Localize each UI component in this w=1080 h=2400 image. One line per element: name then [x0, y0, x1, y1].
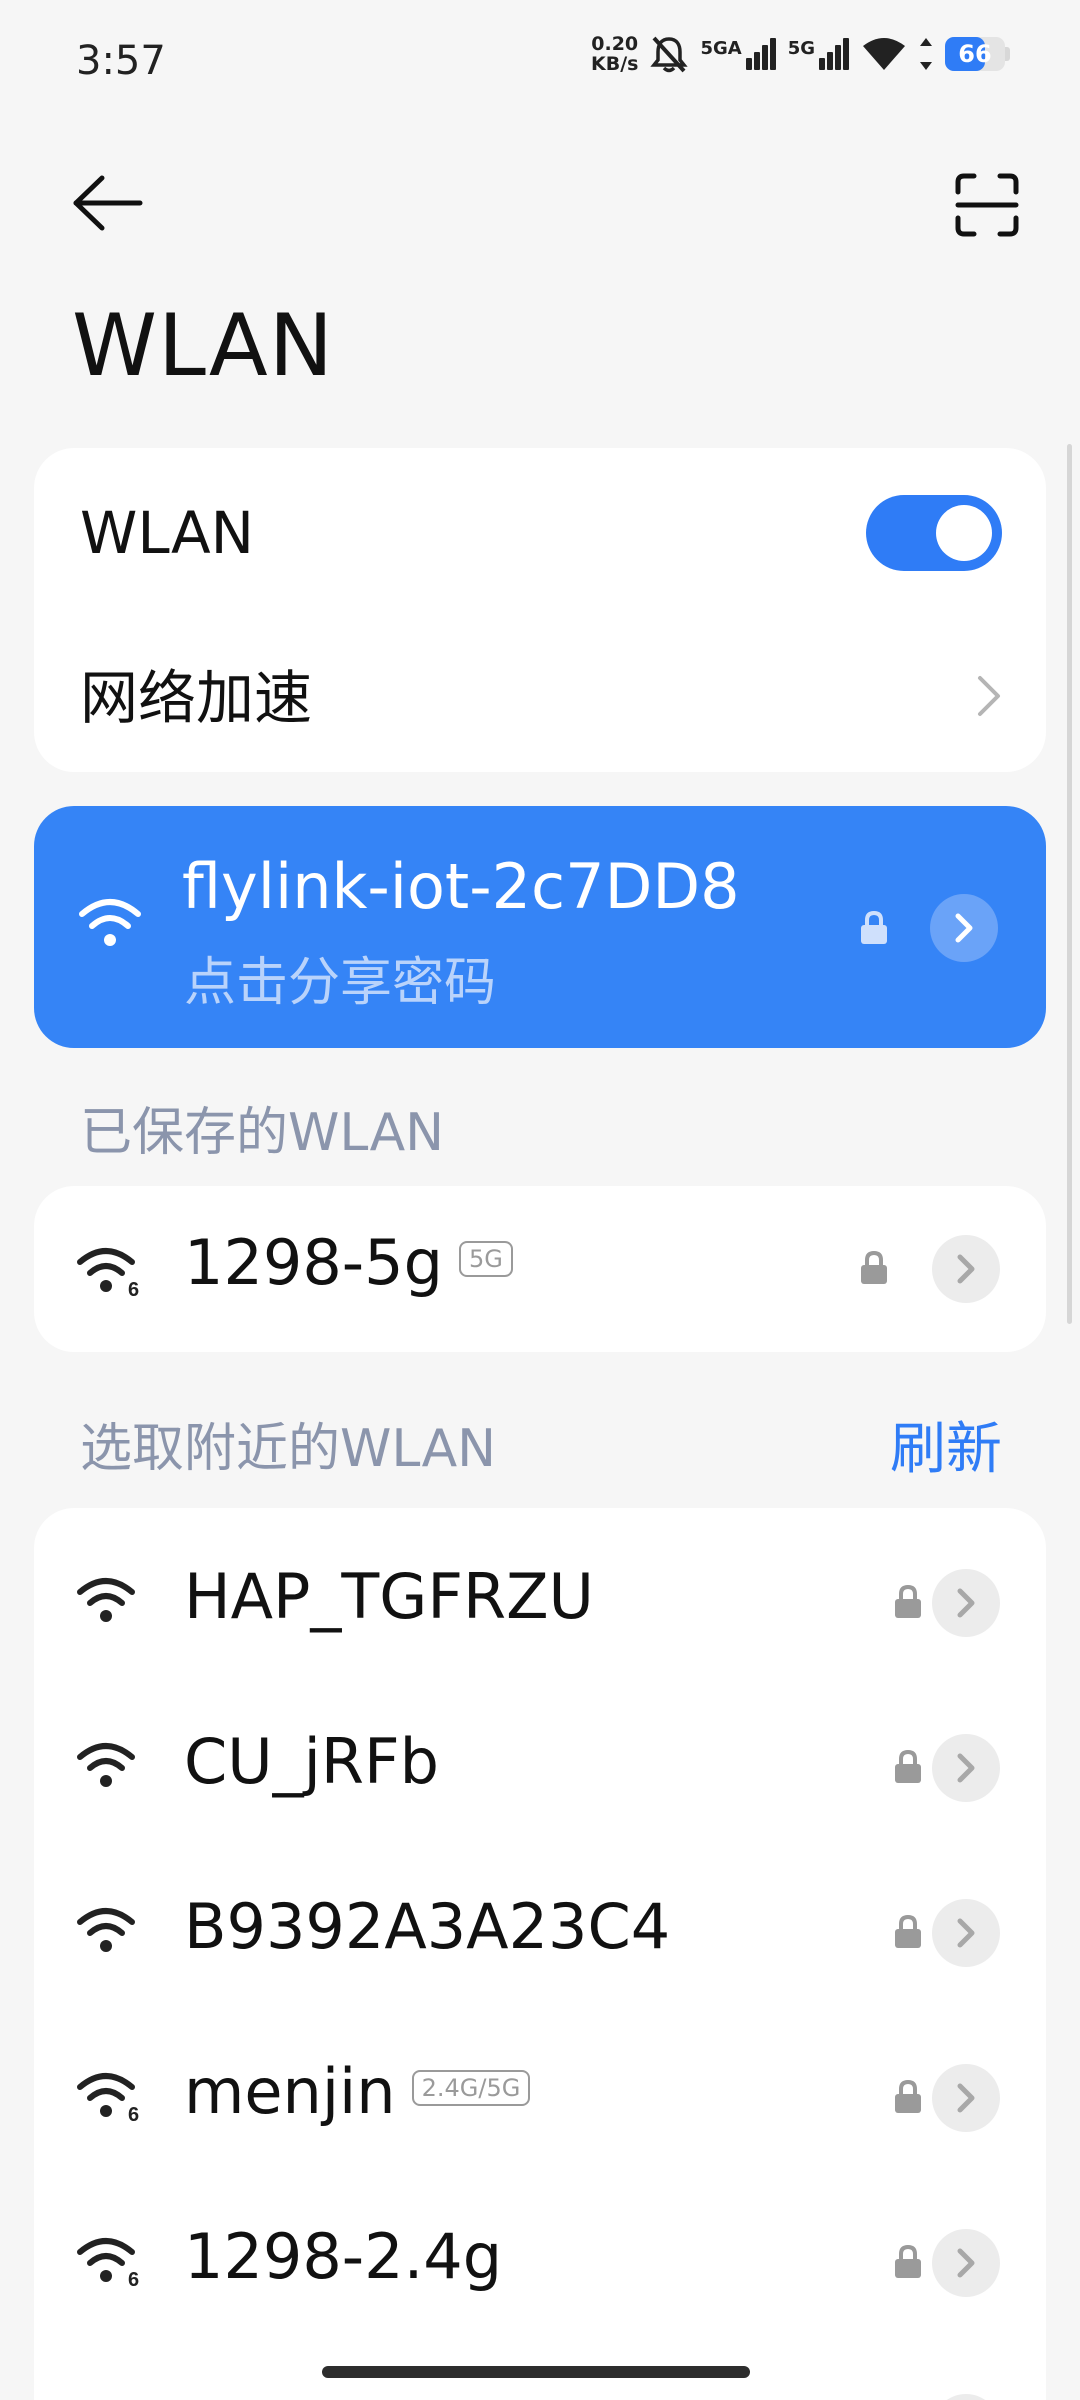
nearby-network-row[interactable]: B9392A3A23C4: [34, 1878, 1046, 1988]
chevron-right-icon: [957, 1254, 975, 1284]
lock-icon: [895, 2079, 921, 2113]
lock-icon: [895, 1749, 921, 1783]
home-indicator[interactable]: [322, 2366, 750, 2378]
saved-network-name: 1298-5g 5G: [184, 1226, 513, 1299]
chevron-right-icon: [957, 1918, 975, 1948]
wlan-toggle-label: WLAN: [80, 499, 255, 567]
svg-text:6: 6: [128, 2104, 139, 2125]
saved-network-details-button[interactable]: [932, 1235, 1000, 1303]
sim2-signal-icon: 5G: [788, 38, 849, 70]
toggle-knob: [936, 505, 992, 561]
status-bar: 3:57 0.20 KB/s 5GA 5G 66: [0, 0, 1080, 120]
network-details-button[interactable]: [932, 1734, 1000, 1802]
wifi-6-icon: 6: [77, 2073, 139, 2125]
nearby-networks-label: 选取附近的WLAN: [80, 1419, 497, 1479]
network-speed: 0.20 KB/s: [591, 34, 638, 74]
network-details-button[interactable]: [932, 2064, 1000, 2132]
wifi-6-icon: 6: [77, 1248, 139, 1300]
wifi-icon: [77, 1578, 135, 1622]
nearby-network-name: B9392A3A23C4: [184, 1890, 671, 1963]
network-details-button[interactable]: [932, 2229, 1000, 2297]
nearby-network-name: HAP_TGFRZU: [184, 1560, 594, 1633]
wifi-connected-icon: [79, 899, 141, 946]
bell-muted-icon: [650, 36, 689, 73]
connected-network-card[interactable]: flylink-iot-2c7DD8 点击分享密码: [34, 806, 1046, 1048]
connected-network-details-button[interactable]: [930, 894, 998, 962]
page-title: WLAN: [72, 296, 335, 396]
connected-ssid: flylink-iot-2c7DD8: [182, 850, 740, 923]
band-tag: 2.4G/5G: [411, 2069, 531, 2106]
svg-text:6: 6: [128, 1279, 139, 1300]
chevron-right-icon: [978, 676, 1000, 716]
chevron-right-icon: [957, 1588, 975, 1618]
nearby-network-name: menjin 2.4G/5G: [184, 2055, 531, 2128]
chevron-right-icon: [955, 913, 973, 943]
data-activity-icon: [920, 38, 932, 70]
wifi-6-icon: 6: [77, 2238, 139, 2290]
chevron-right-icon: [957, 2083, 975, 2113]
chevron-right-icon: [957, 2248, 975, 2278]
nearby-network-name: 国特嘻码: [184, 2385, 432, 2400]
network-details-button[interactable]: [932, 1569, 1000, 1637]
band-tag: 5G: [458, 1240, 513, 1277]
chevron-right-icon: [957, 1753, 975, 1783]
nearby-network-row[interactable]: 6 1298-2.4g: [34, 2208, 1046, 2318]
lock-icon: [861, 910, 887, 944]
nearby-network-row[interactable]: 6 menjin 2.4G/5G: [34, 2043, 1046, 2153]
lock-icon: [895, 1584, 921, 1618]
wlan-toggle-switch[interactable]: [866, 495, 1002, 571]
wlan-settings-screen: 3:57 0.20 KB/s 5GA 5G 66 WLAN WLAN 网络加速 …: [0, 0, 1080, 2400]
nearby-network-row[interactable]: HAP_TGFRZU: [34, 1548, 1046, 1658]
saved-network-row[interactable]: 6 1298-5g 5G: [34, 1186, 1046, 1352]
network-acceleration-row[interactable]: 网络加速: [34, 648, 1046, 738]
scrollbar[interactable]: [1067, 444, 1072, 1324]
refresh-button[interactable]: 刷新: [890, 1404, 1002, 1485]
battery-icon: 66: [945, 37, 1010, 71]
wlan-toggle-row[interactable]: WLAN: [34, 488, 1046, 578]
battery-level: 66: [958, 40, 992, 68]
share-password-hint: 点击分享密码: [184, 953, 497, 1013]
wifi-status-icon: [863, 38, 905, 70]
nearby-network-name: CU_jRFb: [184, 1725, 439, 1798]
scan-icon: [955, 173, 1019, 237]
svg-text:6: 6: [128, 2269, 139, 2290]
wifi-icon: [77, 1743, 135, 1787]
lock-icon: [861, 1250, 887, 1284]
back-button[interactable]: [70, 168, 150, 238]
network-speed-unit: KB/s: [590, 53, 639, 75]
scan-qr-button[interactable]: [950, 168, 1024, 242]
lock-icon: [895, 2244, 921, 2278]
network-speed-value: 0.20: [591, 33, 639, 55]
wlan-settings-card: WLAN 网络加速: [34, 448, 1046, 772]
nearby-networks-card: HAP_TGFRZU CU_jRFb B9392A3A23C4 6 menjin…: [34, 1508, 1046, 2400]
status-time: 3:57: [76, 38, 166, 84]
lock-icon: [895, 1914, 921, 1948]
nearby-network-name: 1298-2.4g: [184, 2220, 503, 2293]
status-icons: 0.20 KB/s 5GA 5G 66: [591, 34, 1010, 74]
network-acceleration-label: 网络加速: [80, 664, 313, 732]
back-arrow-icon: [73, 175, 143, 231]
network-details-button[interactable]: [932, 2394, 1000, 2400]
saved-networks-card: 6 1298-5g 5G: [34, 1186, 1046, 1352]
nearby-network-row[interactable]: CU_jRFb: [34, 1713, 1046, 1823]
saved-networks-label: 已保存的WLAN: [80, 1103, 445, 1163]
network-details-button[interactable]: [932, 1899, 1000, 1967]
wifi-icon: [77, 1908, 135, 1952]
sim1-signal-icon: 5GA: [700, 38, 776, 70]
